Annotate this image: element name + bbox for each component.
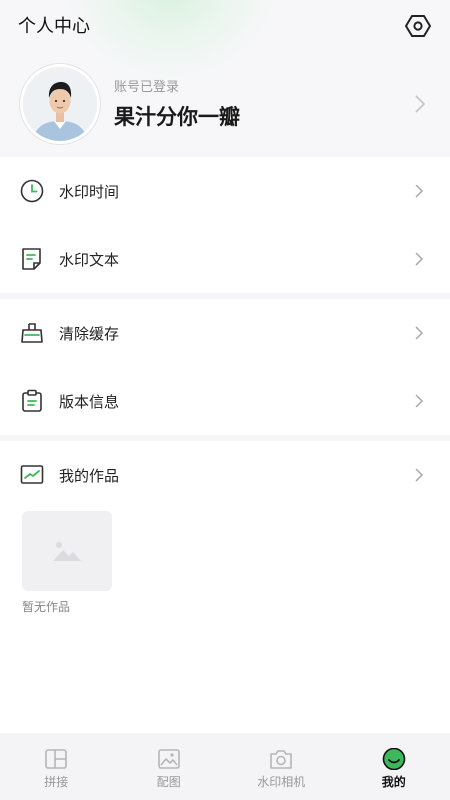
menu-item-label: 我的作品 (59, 466, 120, 485)
menu-item-watermark-time[interactable]: 水印时间 (0, 157, 450, 225)
empty-works-text: 暂无作品 (22, 600, 71, 614)
chart-icon (20, 463, 44, 487)
tab-mine[interactable]: 我的 (338, 733, 450, 800)
tab-label: 水印相机 (257, 775, 306, 789)
note-icon (20, 247, 44, 271)
profile-card[interactable]: 账号已登录 果汁分你一瓣 (0, 52, 450, 155)
layout-icon (45, 749, 68, 769)
tab-splice[interactable]: 拼接 (0, 733, 113, 800)
chevron-right-icon (415, 326, 424, 340)
settings-button[interactable] (404, 12, 432, 40)
tab-label: 拼接 (44, 775, 69, 789)
menu-item-label: 水印文本 (59, 250, 120, 269)
tab-label: 我的 (381, 775, 406, 789)
camera-icon (270, 750, 293, 769)
works-placeholder (22, 511, 112, 591)
page-title: 个人中心 (18, 16, 90, 37)
avatar[interactable] (20, 63, 100, 144)
image-placeholder-icon (53, 542, 81, 561)
chevron-right-icon (415, 468, 424, 482)
menu-section-app: 清除缓存 版本信息 (0, 299, 450, 435)
user-avatar-image (23, 66, 97, 141)
menu-item-label: 水印时间 (59, 182, 120, 201)
menu-item-label: 清除缓存 (59, 324, 120, 343)
chevron-right-icon (415, 394, 424, 408)
menu-item-version-info[interactable]: 版本信息 (0, 367, 450, 435)
chevron-right-icon (415, 252, 424, 266)
menu-item-watermark-text[interactable]: 水印文本 (0, 225, 450, 293)
menu-section-watermark: 水印时间 水印文本 (0, 157, 450, 293)
tab-label: 配图 (156, 775, 181, 789)
brush-icon (20, 321, 44, 345)
picture-icon (157, 749, 180, 769)
username: 果汁分你一瓣 (114, 105, 240, 129)
menu-item-label: 版本信息 (59, 392, 120, 411)
tab-picture[interactable]: 配图 (113, 733, 226, 800)
smile-icon (382, 748, 406, 770)
login-status-text: 账号已登录 (114, 80, 180, 95)
chevron-right-icon (415, 184, 424, 198)
clipboard-icon (20, 389, 44, 413)
settings-gear-icon (405, 15, 431, 37)
bottom-tab-bar: 拼接 配图 水印相机 我的 (0, 733, 450, 800)
menu-item-clear-cache[interactable]: 清除缓存 (0, 299, 450, 367)
chevron-right-icon (415, 94, 426, 113)
page-header: 个人中心 (0, 0, 450, 52)
menu-item-my-works[interactable]: 我的作品 (0, 441, 450, 509)
clock-icon (20, 179, 44, 203)
tab-watermark-camera[interactable]: 水印相机 (225, 733, 338, 800)
